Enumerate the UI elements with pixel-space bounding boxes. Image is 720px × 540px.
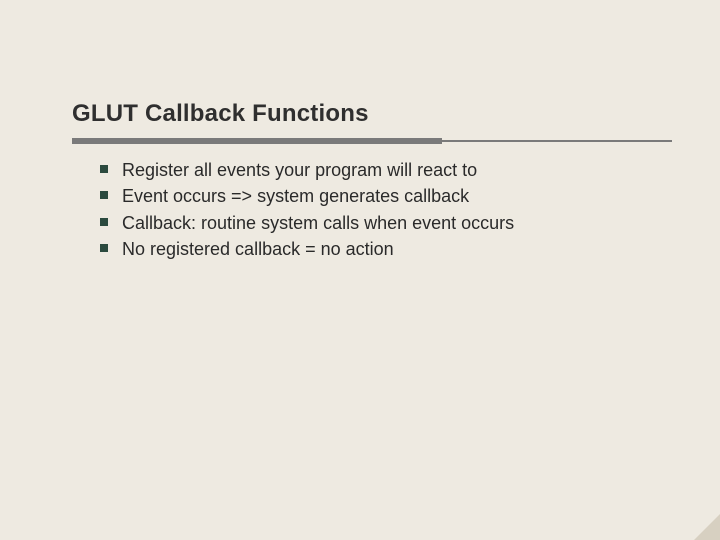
list-item-text: Register all events your program will re… <box>122 160 477 180</box>
list-item: Event occurs => system generates callbac… <box>100 184 660 208</box>
title-underline <box>72 138 660 144</box>
bullet-list: Register all events your program will re… <box>72 158 660 261</box>
rule-thick <box>72 138 442 144</box>
slide-title: GLUT Callback Functions <box>72 100 660 128</box>
list-item-text: Callback: routine system calls when even… <box>122 213 514 233</box>
square-bullet-icon <box>100 218 108 226</box>
square-bullet-icon <box>100 191 108 199</box>
list-item-text: No registered callback = no action <box>122 239 394 259</box>
list-item: Register all events your program will re… <box>100 158 660 182</box>
list-item-text: Event occurs => system generates callbac… <box>122 186 469 206</box>
list-item: No registered callback = no action <box>100 237 660 261</box>
slide: GLUT Callback Functions Register all eve… <box>0 0 720 540</box>
square-bullet-icon <box>100 165 108 173</box>
square-bullet-icon <box>100 244 108 252</box>
list-item: Callback: routine system calls when even… <box>100 211 660 235</box>
corner-fold-icon <box>694 514 720 540</box>
